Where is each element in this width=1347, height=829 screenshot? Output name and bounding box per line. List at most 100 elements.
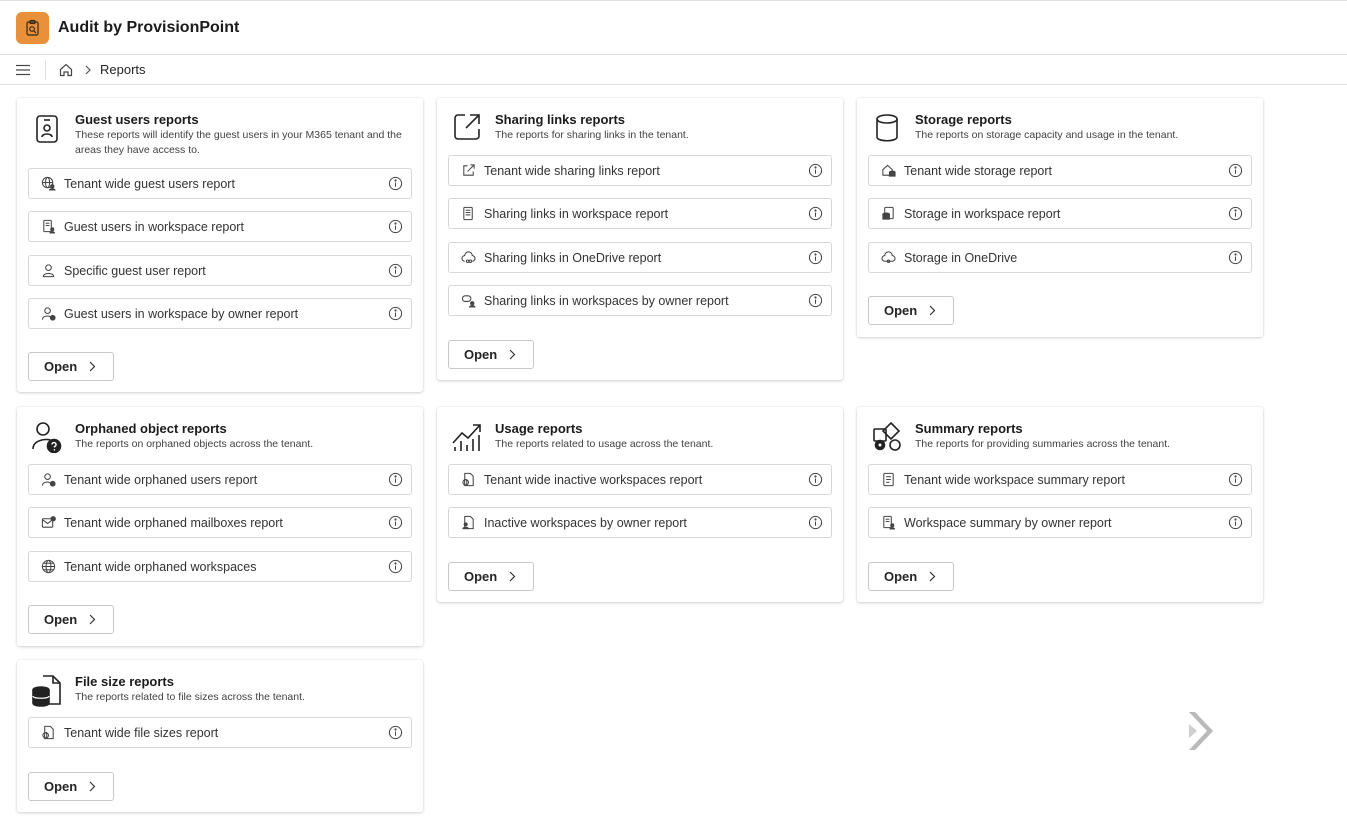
report-item-workspace-summary[interactable]: Tenant wide workspace summary report xyxy=(868,464,1252,495)
info-icon[interactable] xyxy=(807,206,823,222)
open-button[interactable]: Open xyxy=(448,562,534,591)
report-item-guest-by-owner[interactable]: Guest users in workspace by owner report xyxy=(28,298,412,329)
report-item-guest-workspace[interactable]: Guest users in workspace report xyxy=(28,211,412,242)
report-item-tenant-sharing-links[interactable]: Tenant wide sharing links report xyxy=(448,155,832,186)
document-database-icon xyxy=(880,206,896,222)
info-icon[interactable] xyxy=(387,219,403,235)
top-bar: Audit by ProvisionPoint xyxy=(0,0,1347,55)
info-icon[interactable] xyxy=(1227,250,1243,266)
info-icon[interactable] xyxy=(1227,472,1243,488)
report-item-label: Tenant wide file sizes report xyxy=(64,725,219,740)
open-button-label: Open xyxy=(884,303,918,318)
report-item-summary-by-owner[interactable]: Workspace summary by owner report xyxy=(868,507,1252,538)
report-item-inactive-workspaces[interactable]: Tenant wide inactive workspaces report xyxy=(448,464,832,495)
chevron-right-icon xyxy=(508,349,516,360)
document-person-icon xyxy=(460,515,476,531)
card-description: The reports related to file sizes across… xyxy=(75,691,305,703)
info-icon[interactable] xyxy=(807,163,823,179)
info-icon[interactable] xyxy=(387,306,403,322)
hamburger-menu-button[interactable] xyxy=(0,59,46,80)
chevron-right-icon xyxy=(508,571,516,582)
info-icon[interactable] xyxy=(807,515,823,531)
report-item-label: Sharing links in workspace report xyxy=(484,206,669,221)
info-icon[interactable] xyxy=(387,725,403,741)
report-item-label: Sharing links in workspaces by owner rep… xyxy=(484,293,729,308)
report-item-label: Inactive workspaces by owner report xyxy=(484,515,687,530)
card-title: Guest users reports xyxy=(75,112,199,127)
home-icon[interactable] xyxy=(58,62,74,78)
document-link-icon xyxy=(460,206,476,222)
report-item-label: Sharing links in OneDrive report xyxy=(484,250,662,265)
breadcrumb-bar: Reports xyxy=(0,55,1347,85)
report-item-label: Specific guest user report xyxy=(64,263,206,278)
report-item-orphaned-workspaces[interactable]: Tenant wide orphaned workspaces xyxy=(28,551,412,582)
document-globe-icon xyxy=(460,472,476,488)
report-item-label: Tenant wide orphaned mailboxes report xyxy=(64,515,283,530)
info-icon[interactable] xyxy=(387,559,403,575)
card-usage: Usage reports The reports related to usa… xyxy=(437,407,843,602)
globe-icon xyxy=(40,559,56,575)
info-icon[interactable] xyxy=(1227,206,1243,222)
card-guest-users: Guest users reports These reports will i… xyxy=(17,98,423,392)
report-item-specific-guest[interactable]: Specific guest user report xyxy=(28,255,412,286)
shapes-gear-icon xyxy=(871,421,903,457)
report-item-tenant-file-sizes[interactable]: Tenant wide file sizes report xyxy=(28,717,412,748)
report-item-label: Tenant wide orphaned users report xyxy=(64,472,258,487)
database-icon xyxy=(871,112,903,148)
card-title: Usage reports xyxy=(495,421,583,436)
document-list-icon xyxy=(880,472,896,488)
globe-person-icon xyxy=(40,176,56,192)
open-button[interactable]: Open xyxy=(868,296,954,325)
info-icon[interactable] xyxy=(807,472,823,488)
report-item-orphaned-users[interactable]: Tenant wide orphaned users report xyxy=(28,464,412,495)
report-item-tenant-storage[interactable]: Tenant wide storage report xyxy=(868,155,1252,186)
person-icon xyxy=(40,263,56,279)
report-item-storage-onedrive[interactable]: Storage in OneDrive xyxy=(868,242,1252,273)
open-button[interactable]: Open xyxy=(28,352,114,381)
report-item-label: Tenant wide orphaned workspaces xyxy=(64,559,257,574)
document-database-icon xyxy=(31,674,63,710)
card-description: The reports on orphaned objects across t… xyxy=(75,438,314,450)
open-button-label: Open xyxy=(44,612,78,627)
person-question-icon xyxy=(40,472,56,488)
open-button[interactable]: Open xyxy=(28,772,114,801)
report-item-label: Storage in workspace report xyxy=(904,206,1061,221)
report-item-inactive-by-owner[interactable]: Inactive workspaces by owner report xyxy=(448,507,832,538)
card-title: File size reports xyxy=(75,674,174,689)
person-badge-icon xyxy=(40,306,56,322)
info-icon[interactable] xyxy=(1227,163,1243,179)
card-title: Sharing links reports xyxy=(495,112,626,127)
hamburger-icon xyxy=(15,64,30,75)
report-item-tenant-guest-users[interactable]: Tenant wide guest users report xyxy=(28,168,412,199)
info-icon[interactable] xyxy=(387,515,403,531)
chevron-right-icon xyxy=(84,65,92,75)
id-badge-icon xyxy=(31,112,63,148)
chevron-right-icon xyxy=(88,361,96,372)
info-icon[interactable] xyxy=(387,472,403,488)
card-file-size: File size reports The reports related to… xyxy=(17,660,423,812)
open-button[interactable]: Open xyxy=(28,605,114,634)
card-title: Orphaned object reports xyxy=(75,421,227,436)
report-item-sharing-onedrive[interactable]: Sharing links in OneDrive report xyxy=(448,242,832,273)
report-item-sharing-by-owner[interactable]: Sharing links in workspaces by owner rep… xyxy=(448,285,832,316)
report-item-orphaned-mailboxes[interactable]: Tenant wide orphaned mailboxes report xyxy=(28,507,412,538)
info-icon[interactable] xyxy=(387,263,403,279)
home-database-icon xyxy=(880,163,896,179)
open-button-label: Open xyxy=(464,347,498,362)
info-icon[interactable] xyxy=(1227,515,1243,531)
open-button[interactable]: Open xyxy=(868,562,954,591)
report-item-storage-workspace[interactable]: Storage in workspace report xyxy=(868,198,1252,229)
card-title: Storage reports xyxy=(915,112,1012,127)
document-person-icon xyxy=(880,515,896,531)
open-button[interactable]: Open xyxy=(448,340,534,369)
info-icon[interactable] xyxy=(807,293,823,309)
info-icon[interactable] xyxy=(387,176,403,192)
card-description: The reports for sharing links in the ten… xyxy=(495,129,689,141)
chevron-right-icon xyxy=(928,571,936,582)
info-icon[interactable] xyxy=(807,250,823,266)
report-item-sharing-workspace[interactable]: Sharing links in workspace report xyxy=(448,198,832,229)
document-person-icon xyxy=(40,219,56,235)
report-item-label: Tenant wide workspace summary report xyxy=(904,472,1125,487)
report-item-label: Guest users in workspace report xyxy=(64,219,244,234)
open-button-label: Open xyxy=(44,779,78,794)
